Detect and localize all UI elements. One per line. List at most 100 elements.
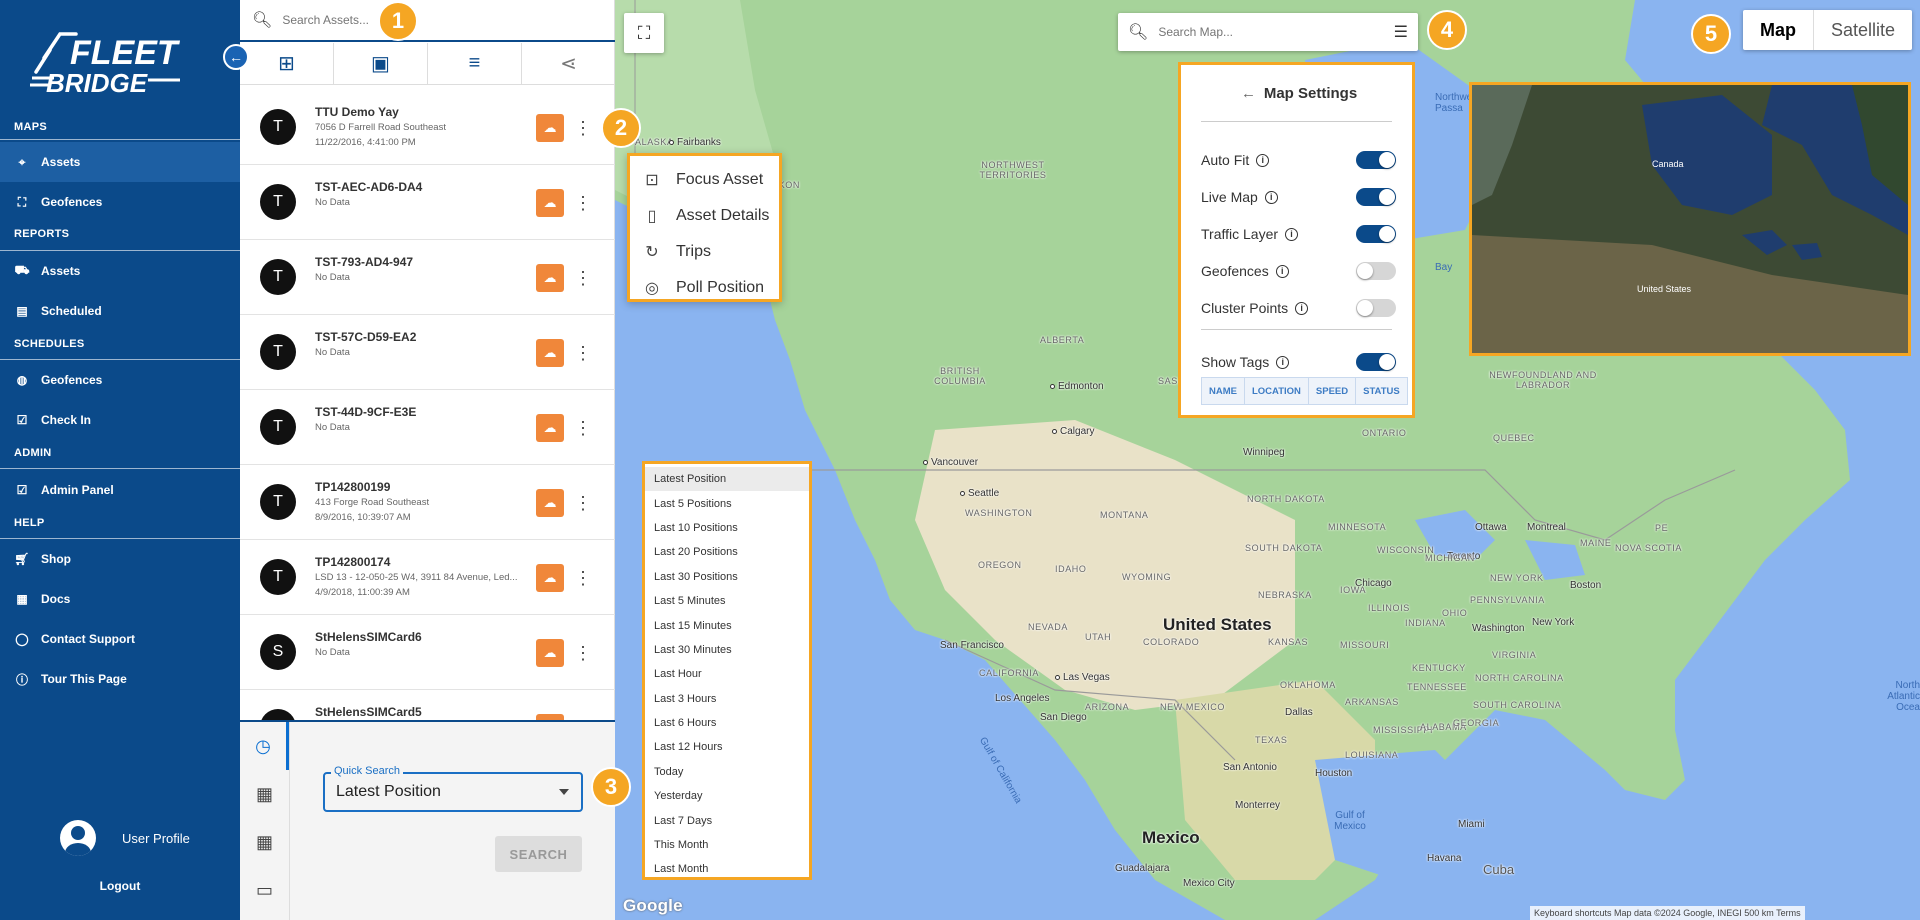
sidebar-item-schedules-geofences[interactable]: ◍ Geofences (0, 360, 240, 400)
more-options-button[interactable]: ⋮ (574, 489, 592, 517)
tag-speed-button[interactable]: SPEED (1308, 377, 1357, 405)
option-item[interactable]: Last Month (645, 857, 809, 881)
search-button[interactable]: SEARCH (495, 836, 582, 872)
asset-list-item[interactable]: S StHelensSIMCard5 ☁ (240, 690, 615, 720)
tab-schedule[interactable]: ▦ (240, 818, 289, 866)
offline-status-button[interactable]: ☁ (536, 489, 564, 517)
more-options-button[interactable]: ⋮ (574, 189, 592, 217)
map-type-satellite-button[interactable]: Satellite (1814, 10, 1912, 50)
share-button[interactable]: ⋖ (522, 43, 615, 84)
map-label-mexico: Mexico (1142, 828, 1200, 847)
fleet-bridge-logo[interactable]: FLEET BRIDGE (30, 28, 205, 100)
option-item[interactable]: Latest Position (645, 467, 809, 492)
user-profile-link[interactable]: User Profile (60, 820, 190, 856)
asset-list-item[interactable]: T TTU Demo Yay 7056 D Farrell Road South… (240, 90, 615, 165)
traffic-layer-toggle[interactable] (1356, 225, 1396, 243)
search-icon: 🔍︎ (1128, 24, 1149, 41)
offline-status-button[interactable]: ☁ (536, 339, 564, 367)
filter-button[interactable]: ≡ (428, 43, 522, 84)
map-label-san-francisco: San Francisco (940, 640, 1004, 651)
collapse-sidebar-button[interactable]: ← (223, 44, 249, 70)
asset-list-item[interactable]: T TST-793-AD4-947 No Data ☁ ⋮ (240, 240, 615, 315)
select-all-button[interactable]: ▣ (334, 43, 428, 84)
option-item[interactable]: Last 15 Minutes (645, 613, 809, 637)
option-item[interactable]: Today (645, 760, 809, 784)
menu-item-trips[interactable]: ↻ Trips (630, 234, 779, 270)
sidebar-item-reports-scheduled[interactable]: ▤ Scheduled (0, 291, 240, 331)
option-item[interactable]: Last 5 Minutes (645, 589, 809, 613)
sidebar-item-label: Tour This Page (41, 672, 127, 686)
info-icon[interactable]: i (1285, 227, 1299, 241)
tag-name-button[interactable]: NAME (1201, 377, 1245, 405)
map-type-map-button[interactable]: Map (1743, 10, 1814, 50)
sidebar-item-contact-support[interactable]: ◯ Contact Support (0, 619, 240, 659)
offline-status-button[interactable]: ☁ (536, 114, 564, 142)
menu-item-focus-asset[interactable]: ⊡ Focus Asset (630, 162, 779, 198)
offline-status-button[interactable]: ☁ (536, 189, 564, 217)
tag-status-button[interactable]: STATUS (1356, 377, 1408, 405)
sidebar-item-docs[interactable]: ▦ Docs (0, 579, 240, 619)
auto-fit-toggle[interactable] (1356, 151, 1396, 169)
asset-list-item[interactable]: T TST-44D-9CF-E3E No Data ☁ ⋮ (240, 390, 615, 465)
offline-status-button[interactable]: ☁ (536, 414, 564, 442)
option-item[interactable]: Last 10 Positions (645, 516, 809, 540)
sidebar-item-admin-panel[interactable]: ☑ Admin Panel (0, 470, 240, 510)
option-item[interactable]: Last 12 Hours (645, 735, 809, 759)
asset-list-item[interactable]: S StHelensSIMCard6 No Data ☁ ⋮ (240, 615, 615, 690)
option-item[interactable]: Last Hour (645, 662, 809, 686)
sidebar-item-maps-assets[interactable]: ⌖ Assets (0, 142, 240, 182)
more-options-button[interactable]: ⋮ (574, 564, 592, 592)
tag-location-button[interactable]: LOCATION (1244, 377, 1309, 405)
map-label-south-carolina: SOUTH CAROLINA (1473, 700, 1562, 710)
map-search-input[interactable] (1158, 25, 1379, 39)
info-icon[interactable]: i (1275, 264, 1289, 278)
sidebar-item-check-in[interactable]: ☑ Check In (0, 400, 240, 440)
asset-list-item[interactable]: T TP142800199 413 Forge Road Southeast 8… (240, 465, 615, 540)
more-options-button[interactable]: ⋮ (574, 639, 592, 667)
more-options-button[interactable]: ⋮ (574, 339, 592, 367)
asset-list-item[interactable]: T TP142800174 LSD 13 - 12-050-25 W4, 391… (240, 540, 615, 615)
option-item[interactable]: Last 7 Days (645, 808, 809, 832)
option-item[interactable]: Last 6 Hours (645, 711, 809, 735)
asset-list-item[interactable]: T TST-57C-D59-EA2 No Data ☁ ⋮ (240, 315, 615, 390)
sidebar-item-shop[interactable]: 🛒︎ Shop (0, 539, 240, 579)
option-item[interactable]: Last 30 Positions (645, 565, 809, 589)
geofences-toggle[interactable] (1356, 262, 1396, 280)
map-settings-toggle-icon[interactable]: ☰ (1394, 22, 1408, 42)
fullscreen-button[interactable]: ⛶ (624, 13, 664, 53)
menu-item-poll-position[interactable]: ◎ Poll Position (630, 270, 779, 306)
map-label-washington-dc: Washington (1472, 623, 1524, 634)
tab-date-range[interactable]: ▦ (240, 770, 289, 818)
info-icon[interactable]: i (1295, 301, 1309, 315)
info-icon[interactable]: i (1276, 355, 1290, 369)
menu-item-asset-details[interactable]: ▯ Asset Details (630, 198, 779, 234)
tab-measure[interactable]: ▭ (240, 866, 289, 914)
map-label-tennessee: TENNESSEE (1407, 682, 1467, 692)
option-item[interactable]: Yesterday (645, 784, 809, 808)
offline-status-button[interactable]: ☁ (536, 564, 564, 592)
quick-search-select[interactable]: Latest Position (323, 772, 583, 812)
logout-link[interactable]: Logout (0, 879, 240, 893)
sidebar-item-maps-geofences[interactable]: ⛶ Geofences (0, 182, 240, 222)
option-item[interactable]: Last 30 Minutes (645, 638, 809, 662)
option-item[interactable]: This Month (645, 833, 809, 857)
add-display-button[interactable]: ⊞ (240, 43, 334, 84)
sidebar-item-tour[interactable]: ⓘ Tour This Page (0, 659, 240, 699)
option-item[interactable]: Last 20 Positions (645, 540, 809, 564)
more-options-button[interactable]: ⋮ (574, 114, 592, 142)
cluster-points-toggle[interactable] (1356, 299, 1396, 317)
map-attribution[interactable]: Keyboard shortcuts Map data ©2024 Google… (1530, 906, 1805, 920)
option-item[interactable]: Last 3 Hours (645, 687, 809, 711)
info-icon[interactable]: i (1264, 190, 1278, 204)
more-options-button[interactable]: ⋮ (574, 414, 592, 442)
option-item[interactable]: Last 5 Positions (645, 491, 809, 515)
offline-status-button[interactable]: ☁ (536, 264, 564, 292)
offline-status-button[interactable]: ☁ (536, 639, 564, 667)
live-map-toggle[interactable] (1356, 188, 1396, 206)
tab-quick-search[interactable]: ◷ (240, 722, 289, 770)
show-tags-toggle[interactable] (1356, 353, 1396, 371)
info-icon[interactable]: i (1256, 153, 1270, 167)
sidebar-item-reports-assets[interactable]: ⛟ Assets (0, 251, 240, 291)
asset-list-item[interactable]: T TST-AEC-AD6-DA4 No Data ☁ ⋮ (240, 165, 615, 240)
more-options-button[interactable]: ⋮ (574, 264, 592, 292)
